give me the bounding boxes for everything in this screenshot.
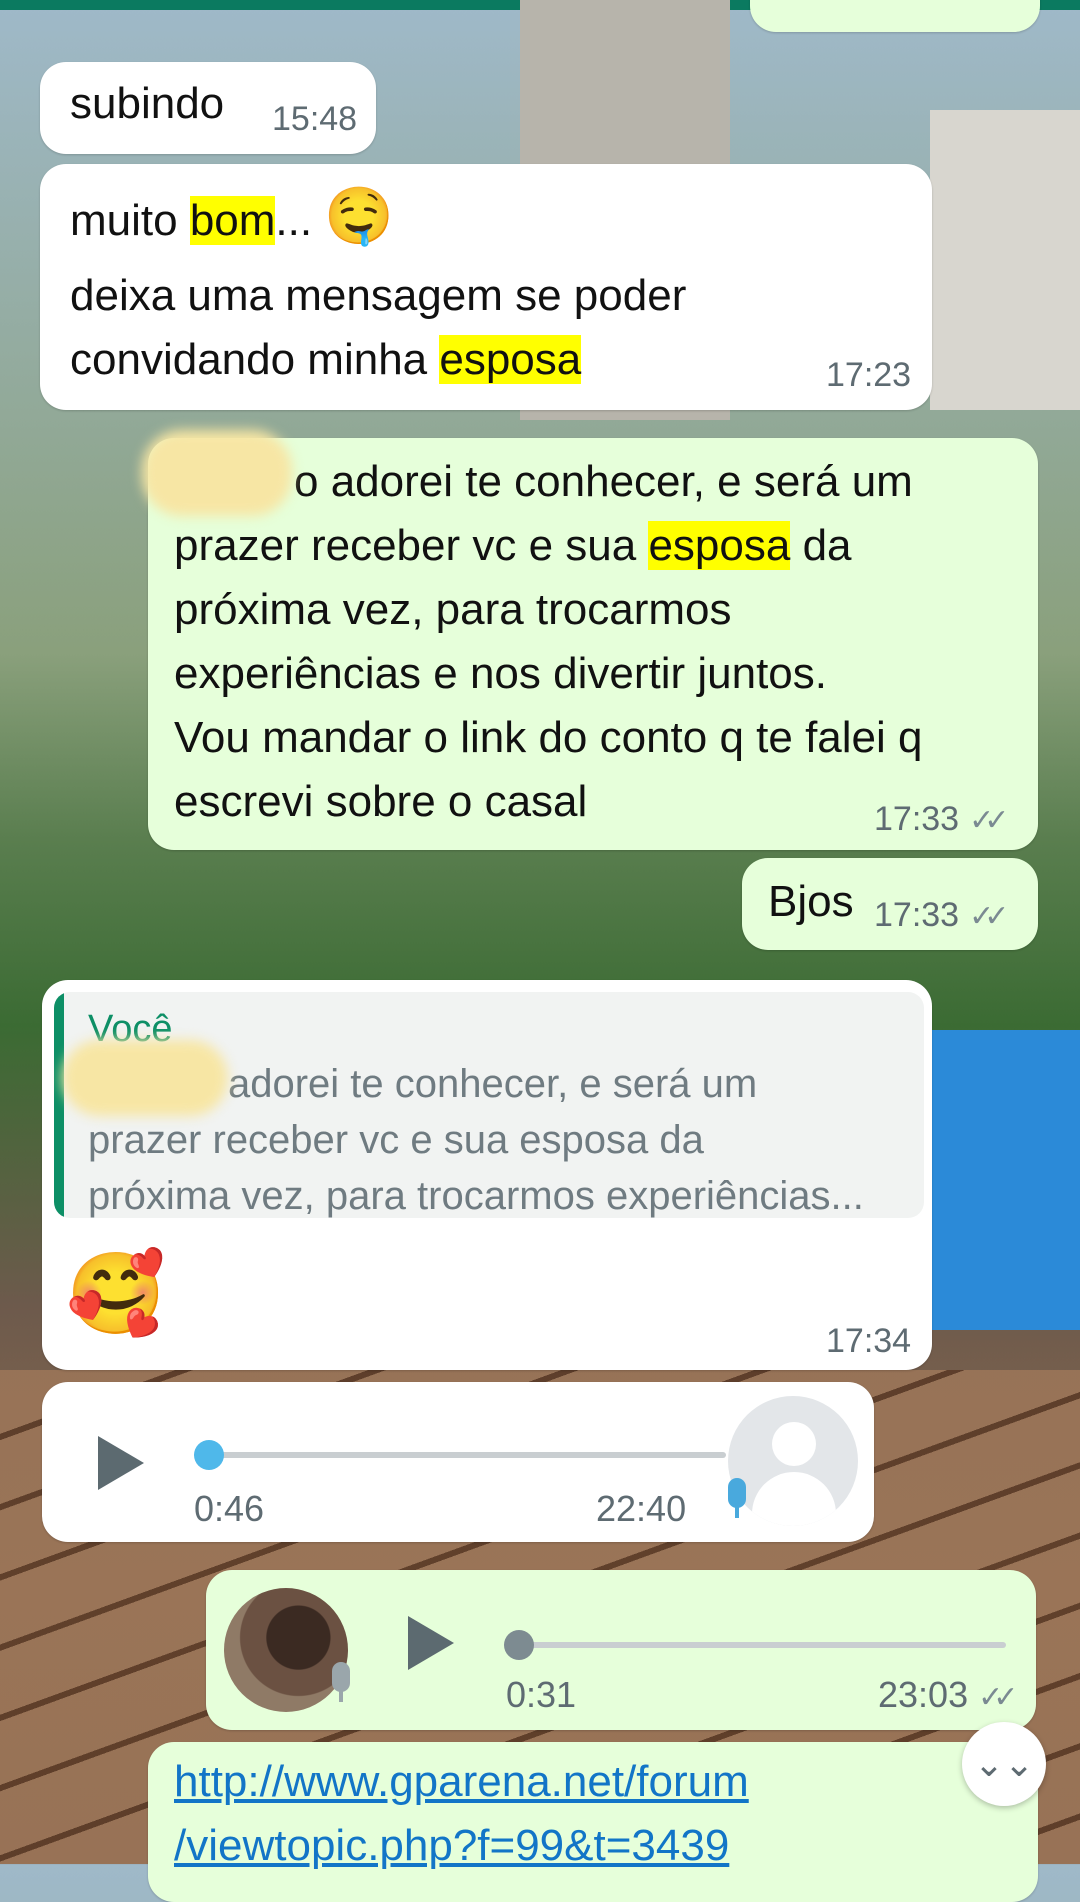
redacted-name-blur — [62, 1040, 228, 1116]
audio-duration: 0:31 — [506, 1674, 577, 1715]
contact-avatar-placeholder[interactable] — [728, 1396, 858, 1526]
message-time: 15:48 — [272, 100, 358, 138]
quote-line: próxima vez, para trocarmos experiências… — [88, 1174, 864, 1218]
message-line: próxima vez, para trocarmos — [174, 585, 732, 634]
highlighted-word: esposa — [648, 521, 791, 570]
audio-seek-handle[interactable] — [194, 1440, 224, 1470]
outgoing-message-bjos[interactable]: Bjos 17:33 ✓✓ — [742, 858, 1038, 950]
message-line: Vou mandar o link do conto q te falei q — [174, 713, 923, 762]
avatar-shoulders-shape — [752, 1472, 836, 1526]
read-ticks-icon: ✓✓ — [969, 900, 1009, 933]
message-time: 22:40 — [596, 1488, 687, 1529]
message-line: prazer receber vc e sua esposa da — [174, 514, 852, 578]
message-line: muito bom... 🤤 — [70, 184, 394, 253]
microphone-icon — [728, 1478, 746, 1508]
drooling-face-emoji-icon: 🤤 — [324, 184, 395, 247]
read-ticks-icon: ✓✓ — [978, 1681, 1018, 1714]
incoming-message-subindo[interactable]: subindo 15:48 — [40, 62, 376, 154]
audio-progress-track[interactable] — [194, 1452, 726, 1458]
message-text-part: ... — [275, 196, 313, 245]
smiling-face-with-hearts-icon: 🥰 — [66, 1249, 166, 1338]
quote-line: prazer receber vc e sua esposa da — [88, 1118, 704, 1162]
message-line: escrevi sobre o casal — [174, 777, 588, 826]
audio-seek-handle[interactable] — [504, 1630, 534, 1660]
message-line: o adorei te conhecer, e será um — [294, 457, 913, 506]
scroll-to-bottom-button[interactable]: ⌄⌄ — [962, 1722, 1046, 1806]
message-line: experiências e nos divertir juntos. — [174, 649, 827, 698]
highlighted-word: esposa — [439, 335, 582, 384]
message-time: 23:03 ✓✓ — [878, 1674, 1018, 1716]
incoming-message-muito-bom[interactable]: muito bom... 🤤 deixa uma mensagem se pod… — [40, 164, 932, 410]
play-icon[interactable] — [98, 1436, 144, 1490]
incoming-voice-message[interactable]: 0:46 22:40 — [42, 1382, 874, 1542]
audio-duration: 0:46 — [194, 1488, 265, 1529]
background-building-right — [930, 110, 1080, 410]
quote-accent-bar — [54, 992, 64, 1218]
microphone-icon — [332, 1662, 350, 1692]
background-pool — [930, 1030, 1080, 1330]
message-text-part: convidando minha — [70, 335, 440, 384]
sender-avatar[interactable] — [224, 1588, 348, 1712]
message-text: Bjos — [768, 877, 854, 926]
highlighted-word: bom — [189, 196, 276, 245]
microphone-stem — [339, 1690, 343, 1702]
outgoing-voice-message[interactable]: 0:31 23:03 ✓✓ — [206, 1570, 1036, 1730]
message-text-part: prazer receber vc e sua — [174, 521, 649, 570]
message-link[interactable]: http://www.gparena.net/forum — [174, 1750, 749, 1814]
redacted-name-blur — [142, 430, 292, 516]
read-ticks-icon: ✓✓ — [969, 804, 1009, 837]
avatar-head-shape — [772, 1422, 816, 1466]
message-link-continued[interactable]: /viewtopic.php?f=99&t=3439 — [174, 1814, 729, 1878]
incoming-reply-message[interactable]: Você adorei te conhecer, e será um praze… — [42, 980, 932, 1370]
message-text: subindo — [70, 79, 225, 128]
message-time-text: 23:03 — [878, 1674, 969, 1715]
message-time: 17:34 — [826, 1322, 912, 1360]
message-text-part: da — [790, 521, 852, 570]
message-time: 17:33 ✓✓ — [874, 896, 1009, 935]
microphone-stem — [735, 1506, 739, 1518]
audio-progress-track[interactable] — [506, 1642, 1006, 1648]
double-chevron-down-icon: ⌄⌄ — [973, 1743, 1035, 1784]
message-time-text: 17:33 — [874, 896, 960, 934]
message-text-part: muito — [70, 196, 190, 245]
message-time-text: 17:33 — [874, 800, 960, 838]
message-time: 17:23 — [826, 356, 912, 394]
message-time: 17:33 ✓✓ — [874, 800, 1009, 839]
message-line: deixa uma mensagem se poder — [70, 271, 687, 320]
partial-outgoing-bubble[interactable] — [750, 0, 1040, 32]
message-line: convidando minha esposa — [70, 328, 582, 392]
outgoing-link-message[interactable]: http://www.gparena.net/forum /viewtopic.… — [148, 1742, 1038, 1902]
play-icon[interactable] — [408, 1616, 454, 1670]
